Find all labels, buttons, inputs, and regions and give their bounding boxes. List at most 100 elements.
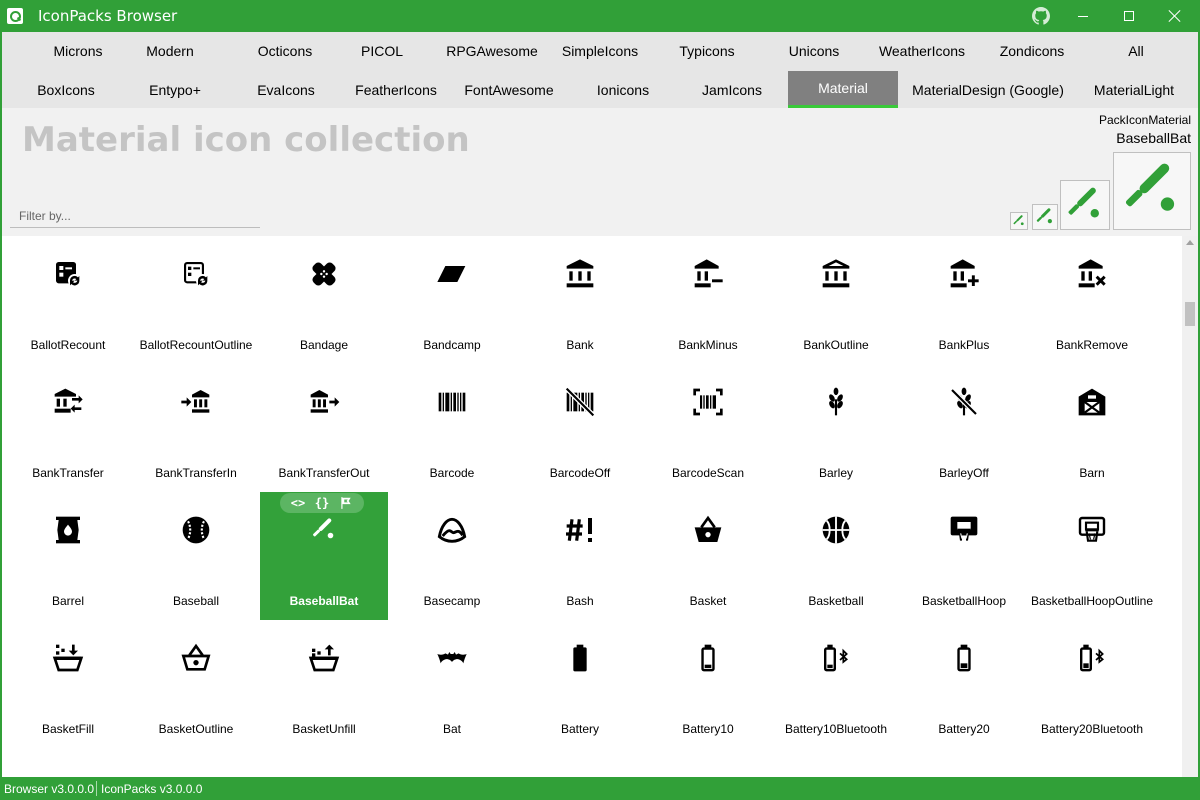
icon-cell-barn[interactable]: Barn	[1028, 364, 1156, 492]
barcode-off-icon	[564, 386, 596, 418]
icon-grid: BallotRecount BallotRecountOutline Banda…	[2, 236, 1182, 777]
icon-cell-battery10-bluetooth[interactable]: Battery10Bluetooth	[772, 620, 900, 748]
icon-label: BasketFill	[41, 722, 94, 736]
icon-cell-barley[interactable]: Barley	[772, 364, 900, 492]
tab-feathericons[interactable]: FeatherIcons	[346, 71, 446, 109]
minimize-button[interactable]	[1060, 0, 1106, 32]
close-button[interactable]	[1152, 0, 1198, 32]
icon-cell-bank-outline[interactable]: BankOutline	[772, 236, 900, 364]
icon-label: BarcodeOff	[549, 466, 611, 480]
icon-cell-bank-transfer-out[interactable]: BankTransferOut	[260, 364, 388, 492]
filter-input[interactable]	[10, 204, 260, 228]
tab-materialdesign-google[interactable]: MaterialDesign (Google)	[902, 71, 1074, 109]
tab-octicons[interactable]: Octicons	[230, 32, 340, 70]
icon-cell-baseball-bat[interactable]: <> {} BaseballBat	[260, 492, 388, 620]
basketball-icon	[820, 514, 852, 546]
basket-icon	[692, 514, 724, 546]
maximize-button[interactable]	[1106, 0, 1152, 32]
icon-cell-bandcamp[interactable]: Bandcamp	[388, 236, 516, 364]
icon-cell-bandage[interactable]: Bandage	[260, 236, 388, 364]
tab-all[interactable]: All	[1090, 32, 1182, 70]
preview-76-baseball-bat-icon	[1113, 152, 1191, 230]
icon-cell-barcode-scan[interactable]: BarcodeScan	[644, 364, 772, 492]
icon-cell-basket-unfill[interactable]: BasketUnfill	[260, 620, 388, 748]
bank-transfer-icon	[52, 386, 84, 418]
tab-boxicons[interactable]: BoxIcons	[2, 71, 130, 109]
icon-cell-baseball[interactable]: Baseball	[132, 492, 260, 620]
baseball-icon	[180, 514, 212, 546]
tab-picol[interactable]: PICOL	[332, 32, 432, 70]
tab-weathericons[interactable]: WeatherIcons	[862, 32, 982, 70]
scroll-thumb[interactable]	[1185, 302, 1195, 326]
icon-cell-battery10[interactable]: Battery10	[644, 620, 772, 748]
icon-cell-bank-transfer[interactable]: BankTransfer	[4, 364, 132, 492]
icon-cell-basecamp[interactable]: Basecamp	[388, 492, 516, 620]
tab-simpleicons[interactable]: SimpleIcons	[550, 32, 650, 70]
battery-20-bluetooth-icon	[1076, 642, 1108, 674]
tab-materiallight[interactable]: MaterialLight	[1082, 71, 1186, 109]
iconpacks-version: IconPacks v3.0.0.0	[101, 782, 203, 796]
copy-code-button[interactable]: {}	[312, 496, 332, 510]
icon-cell-barcode-off[interactable]: BarcodeOff	[516, 364, 644, 492]
tab-unicons[interactable]: Unicons	[766, 32, 862, 70]
icon-cell-bank-transfer-in[interactable]: BankTransferIn	[132, 364, 260, 492]
flag-icon[interactable]	[336, 496, 356, 511]
icon-cell-basketball-hoop-outline[interactable]: BasketballHoopOutline	[1028, 492, 1156, 620]
icon-cell-basketball-hoop[interactable]: BasketballHoop	[900, 492, 1028, 620]
icon-cell-bank-remove[interactable]: BankRemove	[1028, 236, 1156, 364]
bank-remove-icon	[1076, 258, 1108, 290]
icon-label: BankMinus	[678, 338, 738, 352]
icon-cell-battery20[interactable]: Battery20	[900, 620, 1028, 748]
icon-cell-bank-plus[interactable]: BankPlus	[900, 236, 1028, 364]
basecamp-icon	[436, 514, 468, 546]
icon-cell-bash[interactable]: Bash	[516, 492, 644, 620]
copy-xaml-button[interactable]: <>	[288, 496, 308, 510]
bash-icon	[564, 514, 596, 546]
tab-material[interactable]: Material	[788, 71, 898, 108]
github-icon[interactable]	[1032, 7, 1050, 25]
battery-icon	[564, 642, 596, 674]
icon-label: BasketUnfill	[292, 722, 356, 736]
tab-evaicons[interactable]: EvaIcons	[236, 71, 336, 109]
icon-label: BarcodeScan	[671, 466, 745, 480]
icon-label: BasketballHoop	[921, 594, 1007, 608]
tab-fontawesome[interactable]: FontAwesome	[454, 71, 564, 109]
barley-icon	[820, 386, 852, 418]
icon-cell-basketball[interactable]: Basketball	[772, 492, 900, 620]
icon-cell-barley-off[interactable]: BarleyOff	[900, 364, 1028, 492]
icon-label: BankPlus	[938, 338, 990, 352]
tab-typicons[interactable]: Typicons	[662, 32, 752, 70]
icon-cell-bank[interactable]: Bank	[516, 236, 644, 364]
tab-zondicons[interactable]: Zondicons	[984, 32, 1080, 70]
scroll-up-arrow-icon[interactable]	[1186, 240, 1194, 245]
icon-cell-bank-minus[interactable]: BankMinus	[644, 236, 772, 364]
icon-cell-battery20-bluetooth[interactable]: Battery20Bluetooth	[1028, 620, 1156, 748]
selected-icon-name: BaseballBat	[1116, 130, 1191, 146]
icon-label: BankTransferIn	[155, 466, 237, 480]
icon-cell-ballot-recount[interactable]: BallotRecount	[4, 236, 132, 364]
icon-label: Barn	[1079, 466, 1105, 480]
icon-cell-barcode[interactable]: Barcode	[388, 364, 516, 492]
tab-rpgawesome[interactable]: RPGAwesome	[432, 32, 552, 70]
icon-label: Battery10Bluetooth	[784, 722, 888, 736]
icon-cell-barrel[interactable]: Barrel	[4, 492, 132, 620]
icon-cell-basket-outline[interactable]: BasketOutline	[132, 620, 260, 748]
status-separator	[96, 781, 97, 796]
icon-cell-ballot-recount-outline[interactable]: BallotRecountOutline	[132, 236, 260, 364]
title-bar: IconPacks Browser	[0, 0, 1200, 32]
tab-modern[interactable]: Modern	[118, 32, 222, 70]
icon-label: BankRemove	[1055, 338, 1129, 352]
bank-minus-icon	[692, 258, 724, 290]
icon-label: BankTransfer	[32, 466, 104, 480]
app-logo-icon	[7, 8, 23, 24]
tab-entypo[interactable]: Entypo+	[122, 71, 228, 109]
tab-jamicons[interactable]: JamIcons	[684, 71, 780, 109]
icon-cell-basket-fill[interactable]: BasketFill	[4, 620, 132, 748]
icon-cell-battery[interactable]: Battery	[516, 620, 644, 748]
icon-cell-basket[interactable]: Basket	[644, 492, 772, 620]
icon-cell-bat[interactable]: Bat	[388, 620, 516, 748]
bank-transfer-in-icon	[180, 386, 212, 418]
vertical-scrollbar[interactable]	[1182, 236, 1198, 777]
tab-ionicons[interactable]: Ionicons	[574, 71, 672, 109]
icon-label: Basketball	[808, 594, 864, 608]
